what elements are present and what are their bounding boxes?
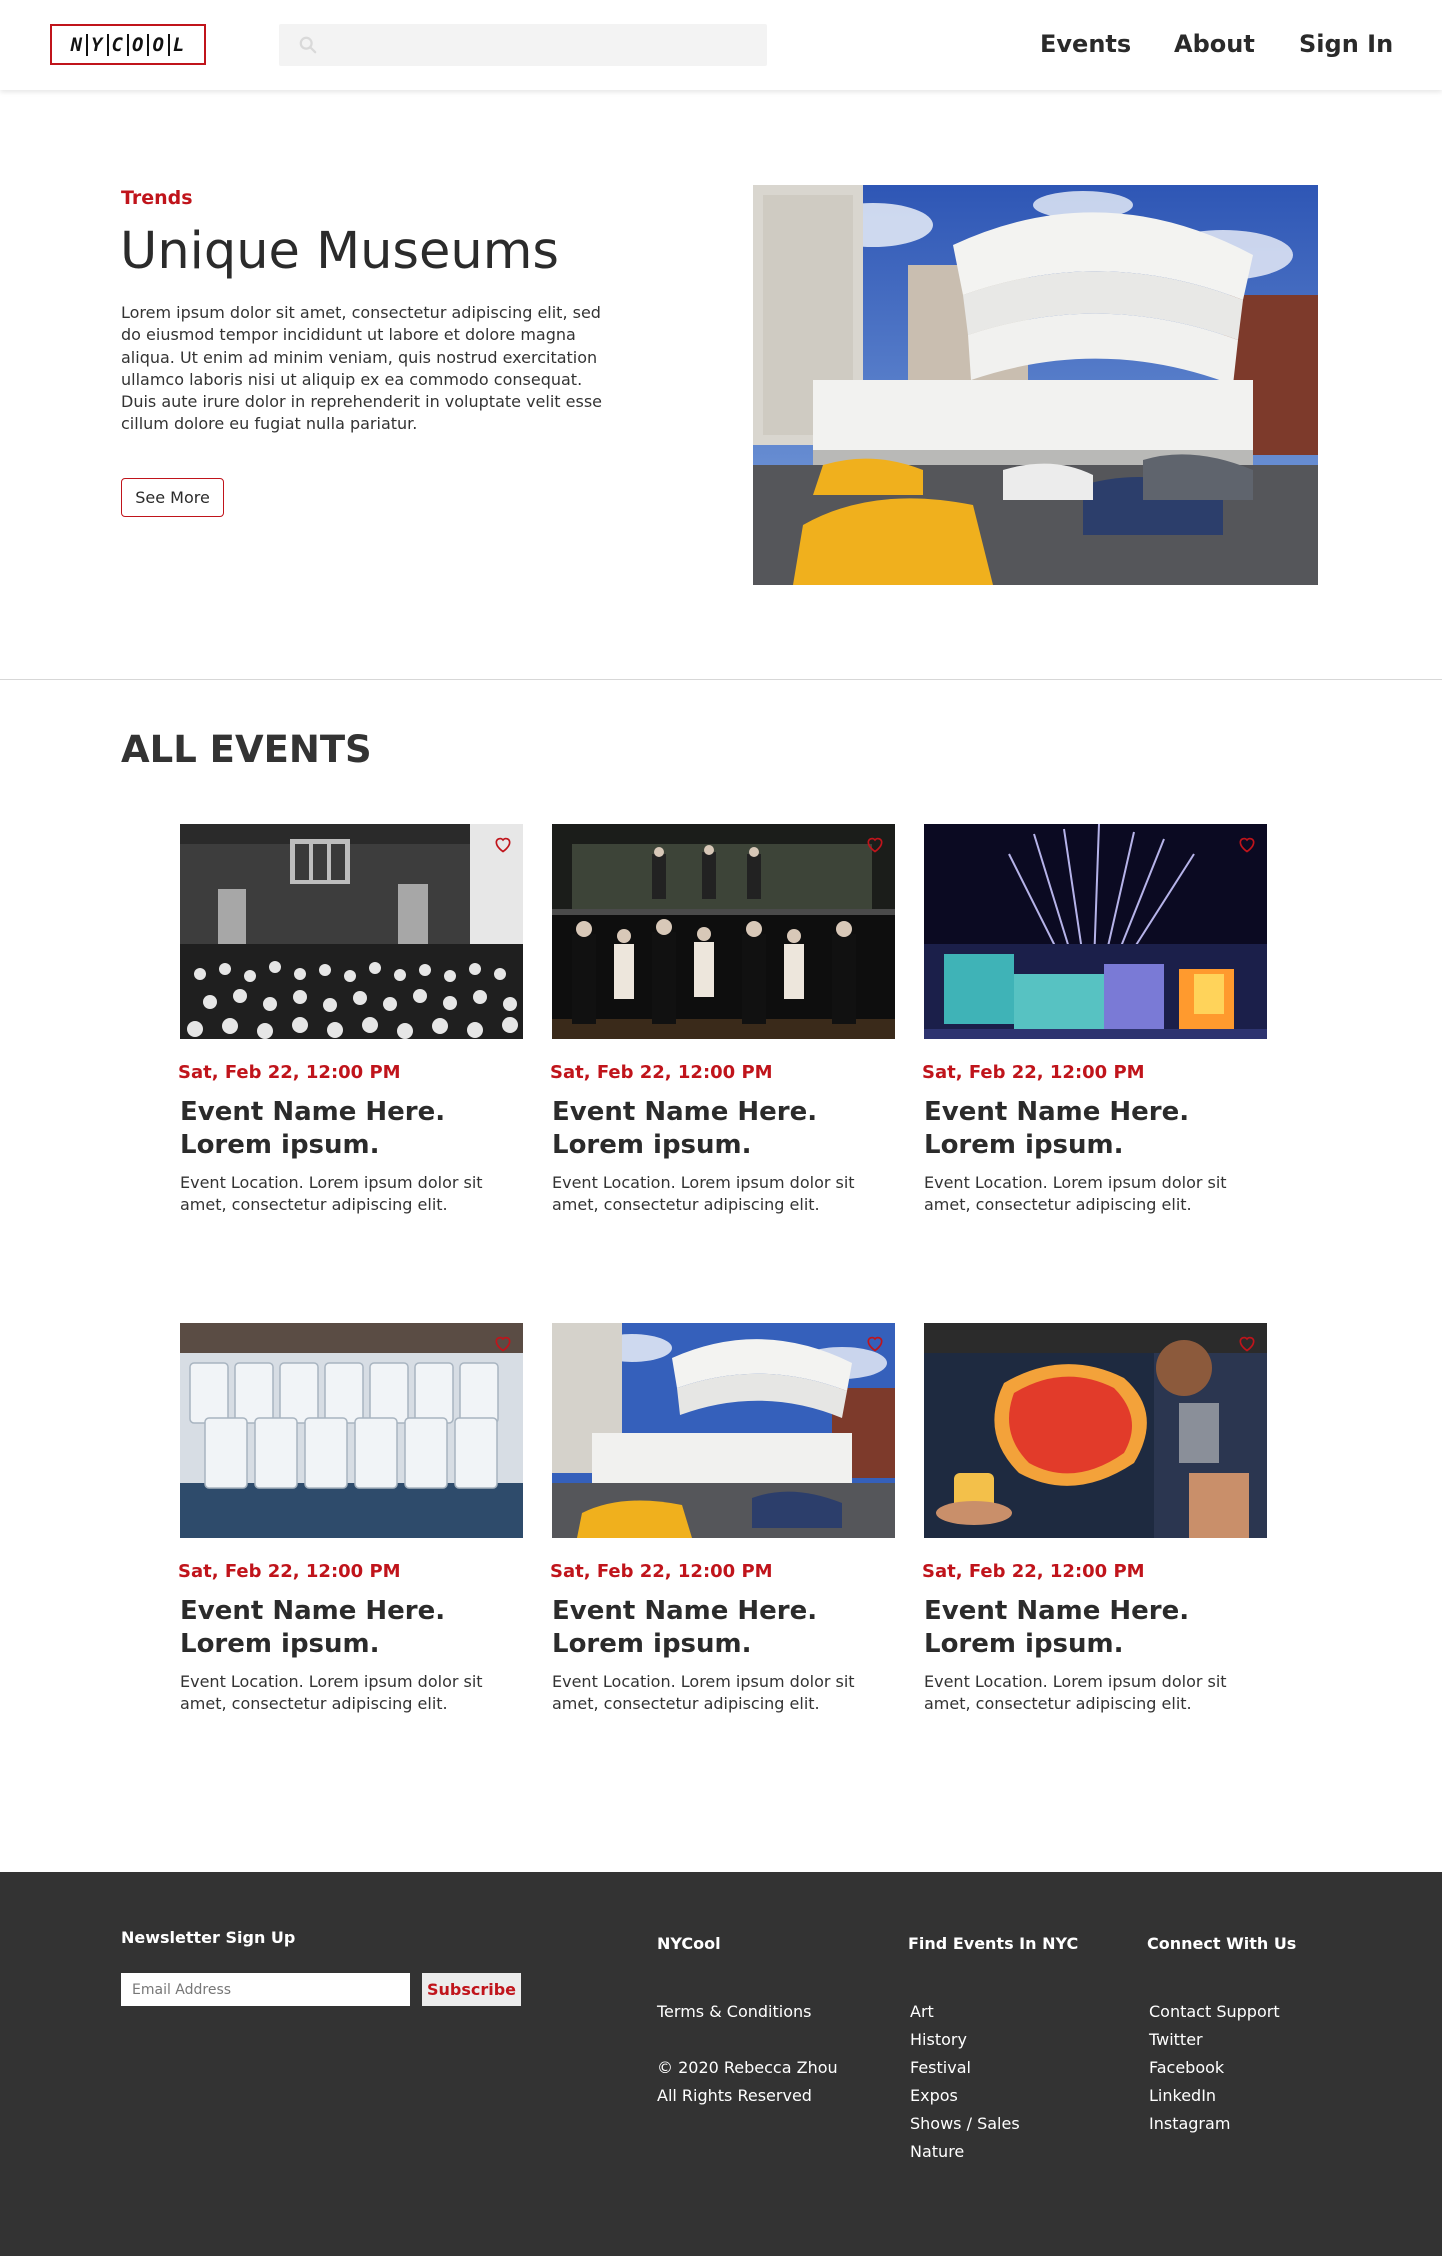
heart-icon[interactable] — [1237, 834, 1257, 854]
event-image-historic-crowd — [180, 824, 523, 1039]
event-image-stage-performers — [552, 824, 895, 1039]
footer-link-nature[interactable]: Nature — [910, 2138, 1020, 2166]
nycool-logo[interactable]: NYCOOL — [50, 24, 206, 65]
terms-link[interactable]: Terms & Conditions — [657, 1998, 838, 2026]
newsletter-title: Newsletter Sign Up — [121, 1928, 296, 1947]
event-card[interactable]: Sat, Feb 22, 12:00 PM Event Name Here. L… — [178, 824, 523, 1214]
copyright-text: © 2020 Rebecca Zhou — [657, 2058, 838, 2077]
search-bar — [279, 24, 767, 66]
footer-link-shows-sales[interactable]: Shows / Sales — [910, 2110, 1020, 2138]
event-card[interactable]: Sat, Feb 22, 12:00 PM Event Name Here. L… — [550, 824, 895, 1214]
event-card[interactable]: Sat, Feb 22, 12:00 PM Event Name Here. L… — [922, 824, 1267, 1214]
event-image-ice-castle-fireworks — [924, 824, 1267, 1039]
logo-letter: L — [167, 33, 188, 56]
event-date: Sat, Feb 22, 12:00 PM — [922, 1561, 1145, 1582]
rights-text: All Rights Reserved — [657, 2086, 812, 2105]
footer-find-events-list: Art History Festival Expos Shows / Sales… — [910, 1998, 1020, 2166]
site-footer: Newsletter Sign Up Subscribe NYCool Term… — [0, 1872, 1442, 2256]
event-date: Sat, Feb 22, 12:00 PM — [550, 1062, 773, 1083]
footer-spacer — [657, 2026, 838, 2054]
footer-find-events-title: Find Events In NYC — [908, 1934, 1079, 1953]
event-image-coffee-tea-festival — [924, 1323, 1267, 1538]
newsletter-email-input[interactable] — [121, 1973, 410, 2006]
footer-connect-list: Contact Support Twitter Facebook LinkedI… — [1149, 1998, 1280, 2138]
hero-category-label: Trends — [121, 187, 193, 209]
heart-icon[interactable] — [493, 834, 513, 854]
logo-letter: Y — [86, 33, 106, 56]
nav-sign-in[interactable]: Sign In — [1299, 30, 1393, 58]
footer-link-facebook[interactable]: Facebook — [1149, 2054, 1280, 2082]
event-title[interactable]: Event Name Here. Lorem ipsum. — [924, 1096, 1267, 1162]
event-image-guggenheim-museum — [552, 1323, 895, 1538]
footer-nycool-list: Terms & Conditions © 2020 Rebecca Zhou A… — [657, 1998, 838, 2110]
heart-icon[interactable] — [493, 1333, 513, 1353]
top-header: NYCOOL Events About Sign In — [0, 0, 1442, 90]
logo-letter: O — [147, 33, 167, 56]
event-location: Event Location. Lorem ipsum dolor sit am… — [180, 1672, 483, 1713]
event-location: Event Location. Lorem ipsum dolor sit am… — [924, 1672, 1227, 1713]
footer-link-twitter[interactable]: Twitter — [1149, 2026, 1280, 2054]
nav-about[interactable]: About — [1174, 30, 1255, 58]
logo-letter: O — [127, 33, 147, 56]
footer-link-expos[interactable]: Expos — [910, 2082, 1020, 2110]
search-input[interactable] — [329, 24, 759, 66]
logo-letter: N — [70, 33, 84, 56]
hero-museum-image — [753, 185, 1318, 585]
see-more-button[interactable]: See More — [121, 478, 224, 517]
logo-letter: C — [106, 33, 127, 56]
footer-link-festival[interactable]: Festival — [910, 2054, 1020, 2082]
event-date: Sat, Feb 22, 12:00 PM — [922, 1062, 1145, 1083]
event-image-tasting-glasses — [180, 1323, 523, 1538]
footer-connect-title: Connect With Us — [1147, 1934, 1297, 1953]
heart-icon[interactable] — [1237, 1333, 1257, 1353]
event-card[interactable]: Sat, Feb 22, 12:00 PM Event Name Here. L… — [550, 1323, 895, 1713]
event-location: Event Location. Lorem ipsum dolor sit am… — [552, 1672, 855, 1713]
event-title[interactable]: Event Name Here. Lorem ipsum. — [552, 1595, 895, 1661]
event-title[interactable]: Event Name Here. Lorem ipsum. — [924, 1595, 1267, 1661]
hero-title: Unique Museums — [120, 222, 559, 281]
footer-link-contact-support[interactable]: Contact Support — [1149, 1998, 1280, 2026]
heart-icon[interactable] — [865, 834, 885, 854]
nav-events[interactable]: Events — [1040, 30, 1131, 58]
footer-link-instagram[interactable]: Instagram — [1149, 2110, 1280, 2138]
footer-link-history[interactable]: History — [910, 2026, 1020, 2054]
all-events-heading: ALL EVENTS — [121, 728, 372, 771]
event-location: Event Location. Lorem ipsum dolor sit am… — [924, 1173, 1227, 1214]
section-divider — [0, 679, 1442, 680]
footer-link-art[interactable]: Art — [910, 1998, 1020, 2026]
subscribe-button[interactable]: Subscribe — [422, 1973, 521, 2006]
footer-nycool-title: NYCool — [657, 1934, 721, 1953]
event-date: Sat, Feb 22, 12:00 PM — [550, 1561, 773, 1582]
event-location: Event Location. Lorem ipsum dolor sit am… — [180, 1173, 483, 1214]
event-date: Sat, Feb 22, 12:00 PM — [178, 1062, 401, 1083]
footer-link-linkedin[interactable]: LinkedIn — [1149, 2082, 1280, 2110]
event-card[interactable]: Sat, Feb 22, 12:00 PM Event Name Here. L… — [178, 1323, 523, 1713]
hero-description: Lorem ipsum dolor sit amet, consectetur … — [121, 303, 602, 434]
event-title[interactable]: Event Name Here. Lorem ipsum. — [552, 1096, 895, 1162]
heart-icon[interactable] — [865, 1333, 885, 1353]
logo-wordmark: NYCOOL — [68, 33, 189, 56]
event-title[interactable]: Event Name Here. Lorem ipsum. — [180, 1595, 523, 1661]
event-title[interactable]: Event Name Here. Lorem ipsum. — [180, 1096, 523, 1162]
event-date: Sat, Feb 22, 12:00 PM — [178, 1561, 401, 1582]
event-location: Event Location. Lorem ipsum dolor sit am… — [552, 1173, 855, 1214]
search-icon[interactable] — [299, 36, 317, 54]
event-card[interactable]: Sat, Feb 22, 12:00 PM Event Name Here. L… — [922, 1323, 1267, 1713]
